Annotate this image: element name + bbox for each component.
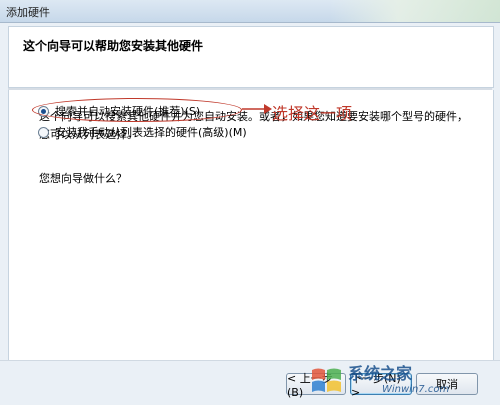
window-title: 添加硬件 (6, 6, 50, 19)
watermark-text: 系统之家 (348, 364, 413, 383)
wizard-question: 您想向导做什么？ (39, 172, 127, 185)
watermark-url: Winwin7.com (382, 384, 450, 395)
wizard-heading: 这个向导可以帮助您安装其他硬件 (23, 39, 204, 53)
wizard-footer: < 上一步(B) 下一步(N) > 取消 (0, 360, 500, 405)
option-auto-install-label[interactable]: 搜索并自动安装硬件(推荐)(S) (55, 103, 200, 119)
radio-manual-install[interactable] (38, 126, 49, 138)
annotation-text: 选择这一项 (272, 104, 353, 123)
title-bar[interactable]: 添加硬件 (0, 0, 500, 23)
windows-logo-icon (312, 368, 341, 392)
option-auto-install[interactable]: 搜索并自动安装硬件(推荐)(S) (38, 103, 200, 119)
add-hardware-wizard-window: 添加硬件 这个向导可以帮助您安装其他硬件 这个向导可以搜索其他硬件并为您自动安装… (0, 0, 500, 405)
option-manual-install-label[interactable]: 安装我手动从列表选择的硬件(高级)(M) (55, 124, 247, 140)
wizard-header: 这个向导可以帮助您安装其他硬件 (8, 26, 494, 88)
option-manual-install[interactable]: 安装我手动从列表选择的硬件(高级)(M) (38, 124, 247, 140)
radio-auto-install[interactable] (38, 105, 49, 117)
title-bar-background (330, 0, 500, 22)
